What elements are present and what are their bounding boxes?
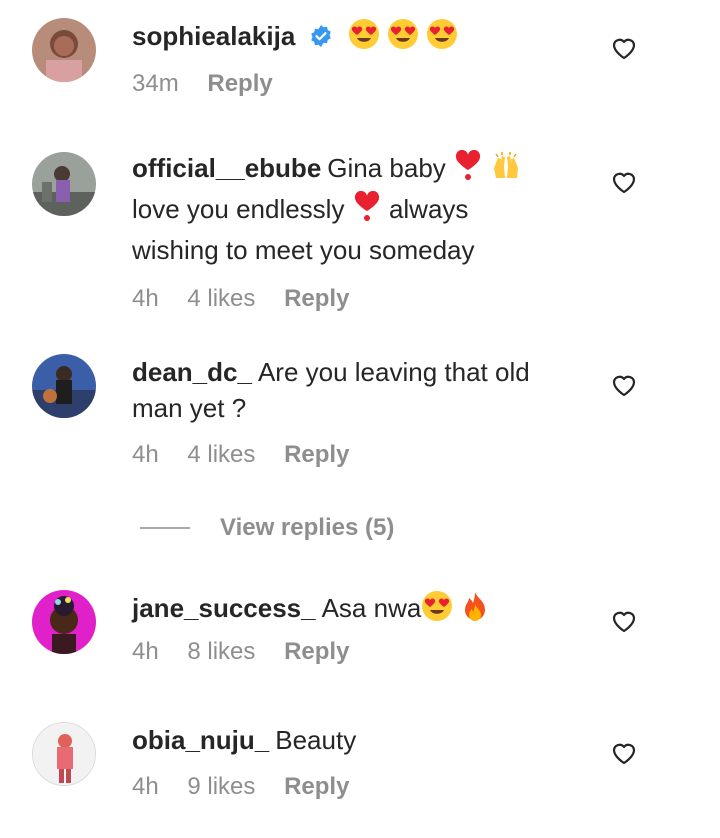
timestamp: 4h [132,773,159,800]
like-heart-icon[interactable] [611,373,637,397]
heart-exclamation-emoji-icon [453,149,483,191]
comment-text: always [388,194,469,224]
avatar[interactable] [32,590,96,654]
heart-eyes-emoji-icon [348,18,380,59]
comment-text: love you endlessly [132,194,345,224]
view-replies-button[interactable]: View replies (5) [140,510,440,546]
comment-text: Asa nwa [321,593,422,623]
username[interactable]: official__ebube [132,153,321,183]
timestamp: 4h [132,638,159,665]
reply-button[interactable]: Reply [284,638,349,665]
reply-button[interactable]: Reply [284,285,349,312]
view-replies-label[interactable]: View replies (5) [220,510,394,546]
avatar[interactable] [32,18,96,82]
avatar[interactable] [32,722,96,786]
reply-button[interactable]: Reply [284,773,349,800]
like-count[interactable]: 4 likes [187,441,255,468]
like-count[interactable]: 9 likes [187,773,255,800]
timestamp: 34m [132,70,179,97]
comment-text: man yet ? [132,393,247,423]
fire-emoji-icon [461,590,489,631]
like-heart-icon[interactable] [611,170,637,194]
username[interactable]: dean_dc_ [132,357,252,387]
username[interactable]: jane_success_ [132,593,316,623]
username[interactable]: obia_nuju_ [132,725,269,755]
like-heart-icon[interactable] [611,609,637,633]
like-heart-icon[interactable] [611,741,637,765]
avatar[interactable] [32,354,96,418]
heart-exclamation-emoji-icon [352,190,382,232]
raising-hands-emoji-icon [490,150,522,191]
view-replies-divider [140,527,190,529]
heart-eyes-emoji-icon [426,18,458,59]
comment-text: Beauty [275,725,357,755]
username[interactable]: sophiealakija [132,21,295,51]
comment-text: Are you leaving that old [257,357,530,387]
heart-eyes-emoji-icon [421,590,453,631]
heart-eyes-emoji-icon [387,18,419,59]
timestamp: 4h [132,285,159,312]
verified-badge-icon [309,21,333,57]
comment-text: Gina baby [327,153,446,183]
comment-text: wishing to meet you someday [132,235,475,265]
reply-button[interactable]: Reply [284,441,349,468]
reply-button[interactable]: Reply [207,70,272,97]
like-heart-icon[interactable] [611,36,637,60]
like-count[interactable]: 4 likes [187,285,255,312]
timestamp: 4h [132,441,159,468]
like-count[interactable]: 8 likes [187,638,255,665]
avatar[interactable] [32,152,96,216]
